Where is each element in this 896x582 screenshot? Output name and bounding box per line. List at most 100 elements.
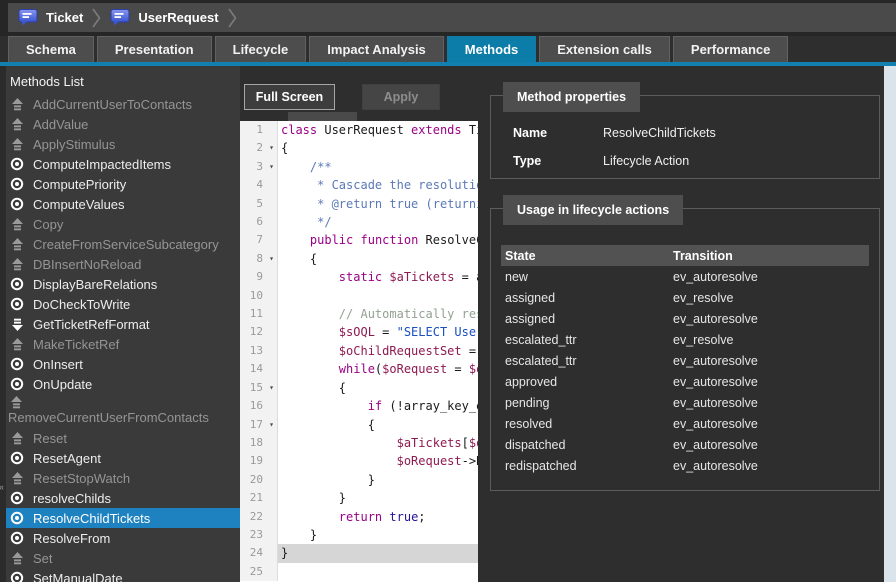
code-line: 9 static $aTickets = a <box>240 268 478 286</box>
method-list-item[interactable]: ResetStopWatch <box>6 468 240 488</box>
method-item-label: ResetStopWatch <box>33 471 130 486</box>
line-number: 17 <box>240 416 266 434</box>
method-list-item[interactable]: OnUpdate <box>6 374 240 394</box>
state-cell: redispatched <box>501 459 673 473</box>
line-number: 23 <box>240 526 266 544</box>
tab-bar: SchemaPresentationLifecycleImpact Analys… <box>8 36 896 62</box>
circle-dot-icon <box>10 491 24 505</box>
property-row: Type Lifecycle Action <box>513 154 869 170</box>
breadcrumb-item[interactable]: Ticket <box>18 9 83 26</box>
arrow-down-stack-icon <box>10 317 24 331</box>
arrow-up-stack-icon <box>10 431 24 445</box>
fold-arrow-icon[interactable]: ▾ <box>266 379 278 397</box>
code-editor[interactable]: 1class UserRequest extends Ti2▾{3▾ /**4 … <box>240 121 478 582</box>
editor-grip <box>288 112 357 121</box>
circle-dot-icon <box>10 377 24 391</box>
tab-presentation[interactable]: Presentation <box>97 36 212 62</box>
line-number: 12 <box>240 323 266 341</box>
property-name-label: Name <box>513 126 603 142</box>
property-type-label: Type <box>513 154 603 170</box>
method-list-item[interactable]: DoCheckToWrite <box>6 294 240 314</box>
method-item-label: ComputePriority <box>33 177 126 192</box>
method-item-label: ResolveFrom <box>33 531 110 546</box>
right-scroll-track[interactable] <box>884 66 896 582</box>
fold-gutter <box>266 434 278 452</box>
tab-performance[interactable]: Performance <box>673 36 788 62</box>
line-number: 8 <box>240 250 266 268</box>
method-list-item[interactable]: ComputePriority <box>6 174 240 194</box>
code-text: // Automatically res <box>278 305 478 323</box>
method-list-item[interactable]: MakeTicketRef <box>6 334 240 354</box>
tab-impact-analysis[interactable]: Impact Analysis <box>309 36 444 62</box>
splitter-collapse-icon[interactable]: « <box>0 482 4 492</box>
method-list-item[interactable]: ResolveChildTickets <box>6 508 240 528</box>
method-list-item[interactable]: AddValue <box>6 114 240 134</box>
method-list-item[interactable]: SetManualDate <box>6 568 240 582</box>
code-line: 16 if (!array_key_e <box>240 397 478 415</box>
code-line: 20 } <box>240 471 478 489</box>
code-text: { <box>278 250 478 268</box>
method-list-item[interactable]: ApplyStimulus <box>6 134 240 154</box>
transition-cell: ev_autoresolve <box>673 417 869 431</box>
code-line: 23 } <box>240 526 478 544</box>
line-number: 16 <box>240 397 266 415</box>
method-list-item[interactable]: ComputeImpactedItems <box>6 154 240 174</box>
fold-gutter <box>266 121 278 139</box>
state-cell: new <box>501 270 673 284</box>
method-list-item[interactable]: CreateFromServiceSubcategory <box>6 234 240 254</box>
code-text <box>278 563 478 581</box>
arrow-up-stack-icon <box>10 217 24 231</box>
method-list-item[interactable]: Reset <box>6 428 240 448</box>
tab-methods[interactable]: Methods <box>447 36 536 62</box>
fold-arrow-icon[interactable]: ▾ <box>266 416 278 434</box>
full-screen-button[interactable]: Full Screen <box>244 84 335 110</box>
arrow-up-stack-icon <box>10 117 24 131</box>
tab-extension-calls[interactable]: Extension calls <box>539 36 670 62</box>
breadcrumb-item[interactable]: UserRequest <box>110 9 218 26</box>
method-list-item[interactable]: Copy <box>6 214 240 234</box>
code-text: { <box>278 416 478 434</box>
method-list-item[interactable]: GetTicketRefFormat <box>6 314 240 334</box>
method-list-item[interactable]: DisplayBareRelations <box>6 274 240 294</box>
fold-arrow-icon[interactable]: ▾ <box>266 139 278 157</box>
arrow-up-stack-icon <box>10 237 24 251</box>
fold-arrow-icon[interactable]: ▾ <box>266 250 278 268</box>
property-name-value: ResolveChildTickets <box>603 126 716 142</box>
code-text: */ <box>278 213 478 231</box>
method-list-item[interactable]: Set <box>6 548 240 568</box>
method-item-label: DoCheckToWrite <box>33 297 130 312</box>
line-number: 4 <box>240 176 266 194</box>
method-list-item[interactable]: DBInsertNoReload <box>6 254 240 274</box>
code-line: 3▾ /** <box>240 158 478 176</box>
code-text: $oChildRequestSet = <box>278 342 478 360</box>
table-row: pendingev_autoresolve <box>501 392 869 413</box>
method-item-label: SetManualDate <box>33 571 123 582</box>
method-list-item[interactable]: OnInsert <box>6 354 240 374</box>
method-list-item[interactable]: ComputeValues <box>6 194 240 214</box>
method-list-item[interactable]: resolveChilds <box>6 488 240 508</box>
tab-schema[interactable]: Schema <box>8 36 94 62</box>
transition-cell: ev_autoresolve <box>673 270 869 284</box>
circle-dot-icon <box>10 511 24 525</box>
code-line: 25 <box>240 563 478 581</box>
fold-gutter <box>266 360 278 378</box>
chevron-right-icon <box>91 6 102 30</box>
method-item-label: Reset <box>33 431 67 446</box>
fold-arrow-icon[interactable]: ▾ <box>266 158 278 176</box>
state-cell: assigned <box>501 291 673 305</box>
code-text: $sOQL = "SELECT User <box>278 323 478 341</box>
method-list-item[interactable]: AddCurrentUserToContacts <box>6 94 240 114</box>
method-item-label: MakeTicketRef <box>33 337 119 352</box>
table-row: redispatchedev_autoresolve <box>501 455 869 476</box>
apply-button[interactable]: Apply <box>362 84 440 110</box>
tab-lifecycle[interactable]: Lifecycle <box>215 36 307 62</box>
line-number: 15 <box>240 379 266 397</box>
line-number: 18 <box>240 434 266 452</box>
line-number: 5 <box>240 195 266 213</box>
code-text: $aTickets[$o <box>278 434 478 452</box>
method-list-item[interactable]: ResolveFrom <box>6 528 240 548</box>
arrow-up-stack-icon <box>10 551 24 565</box>
line-number: 19 <box>240 452 266 470</box>
method-list-item[interactable]: ResetAgent <box>6 448 240 468</box>
method-list-item[interactable]: RemoveCurrentUserFromContacts <box>6 394 240 428</box>
